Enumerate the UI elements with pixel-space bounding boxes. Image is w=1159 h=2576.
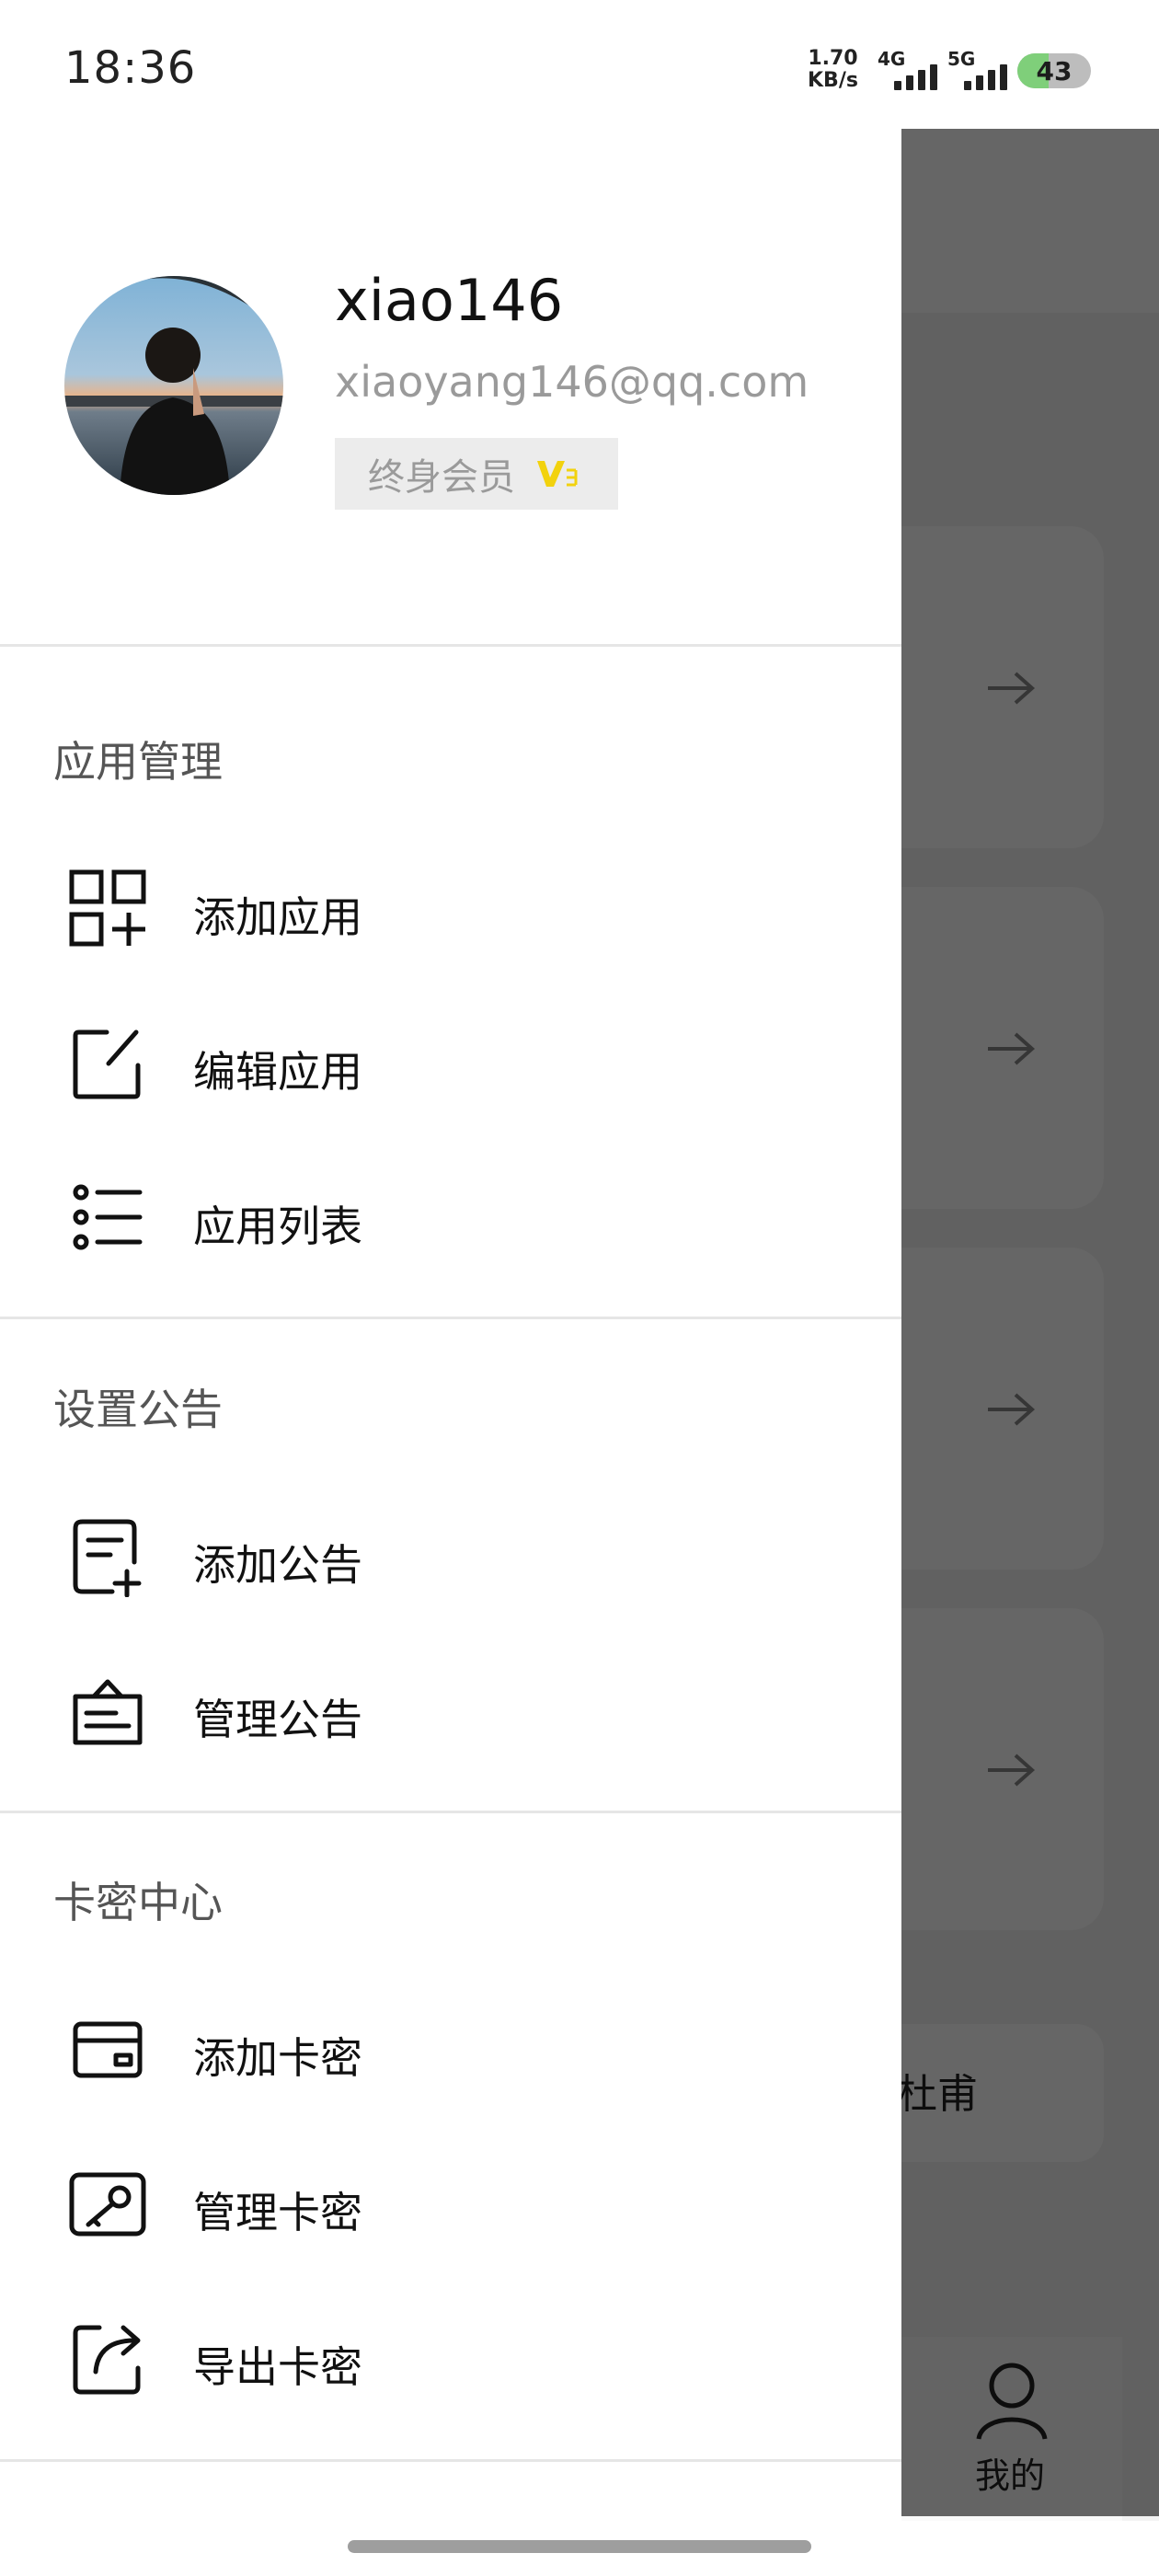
list-icon [73,1184,143,1250]
menu-item-label: 导出卡密 [193,2342,362,2392]
status-bar: 18:36 1.70 KB/s 4G 5G 43 [0,0,1159,129]
menu-item-app-list[interactable]: 应用列表 [0,1153,901,1282]
profile-email: xiaoyang146@qq.com [335,357,809,407]
battery-icon: 43 [1017,53,1091,88]
avatar[interactable] [64,276,283,495]
divider [0,1811,901,1813]
status-time: 18:36 [64,42,197,94]
membership-badge: 终身会员 [335,438,618,510]
menu-item-manage-card[interactable]: 管理卡密 [0,2139,901,2268]
edit-icon [73,1029,141,1099]
network-speed-value: 1.70 [808,47,858,70]
section-title-app-management: 应用管理 [53,737,223,787]
notice-board-icon [73,1679,143,1745]
vip-badge-icon [537,461,578,487]
app-screen: 18:36 1.70 KB/s 4G 5G 43 杜甫 我的 [0,0,1159,2576]
menu-item-add-card[interactable]: 添加卡密 [0,1984,901,2113]
menu-item-edit-app[interactable]: 编辑应用 [0,998,901,1127]
card-key-icon [69,2172,146,2237]
menu-item-label: 添加卡密 [193,2033,362,2083]
network-speed-unit: KB/s [808,69,858,92]
network-speed: 1.70 KB/s [808,48,858,92]
profile-username: xiao146 [335,267,564,334]
battery-level: 43 [1036,56,1073,86]
section-title-announcements: 设置公告 [53,1385,223,1434]
card-icon [73,2021,143,2078]
menu-item-label: 应用列表 [193,1202,362,1251]
menu-item-label: 添加公告 [193,1540,362,1590]
menu-item-export-card[interactable]: 导出卡密 [0,2294,901,2422]
section-title-card-center: 卡密中心 [53,1878,223,1927]
note-add-icon [73,1519,142,1597]
menu-item-add-announcement[interactable]: 添加公告 [0,1491,901,1620]
signal-5g-icon: 5G [947,48,1021,92]
navigation-drawer: xiao146 xiaoyang146@qq.com 终身会员 应用管理 添加应… [0,129,901,2576]
divider [0,644,901,647]
menu-item-label: 添加应用 [193,892,362,942]
divider [0,1317,901,1319]
menu-item-manage-announcement[interactable]: 管理公告 [0,1646,901,1775]
menu-item-label: 管理公告 [193,1695,362,1744]
grid-add-icon [69,869,146,947]
avatar-photo [64,276,283,495]
signal-4g-icon: 4G [878,48,951,92]
export-icon [73,2325,141,2395]
membership-label: 终身会员 [368,456,515,499]
divider [0,2459,901,2462]
menu-item-add-app[interactable]: 添加应用 [0,844,901,972]
menu-item-label: 编辑应用 [193,1047,362,1097]
menu-item-label: 管理卡密 [193,2188,362,2237]
home-indicator[interactable] [348,2540,811,2553]
